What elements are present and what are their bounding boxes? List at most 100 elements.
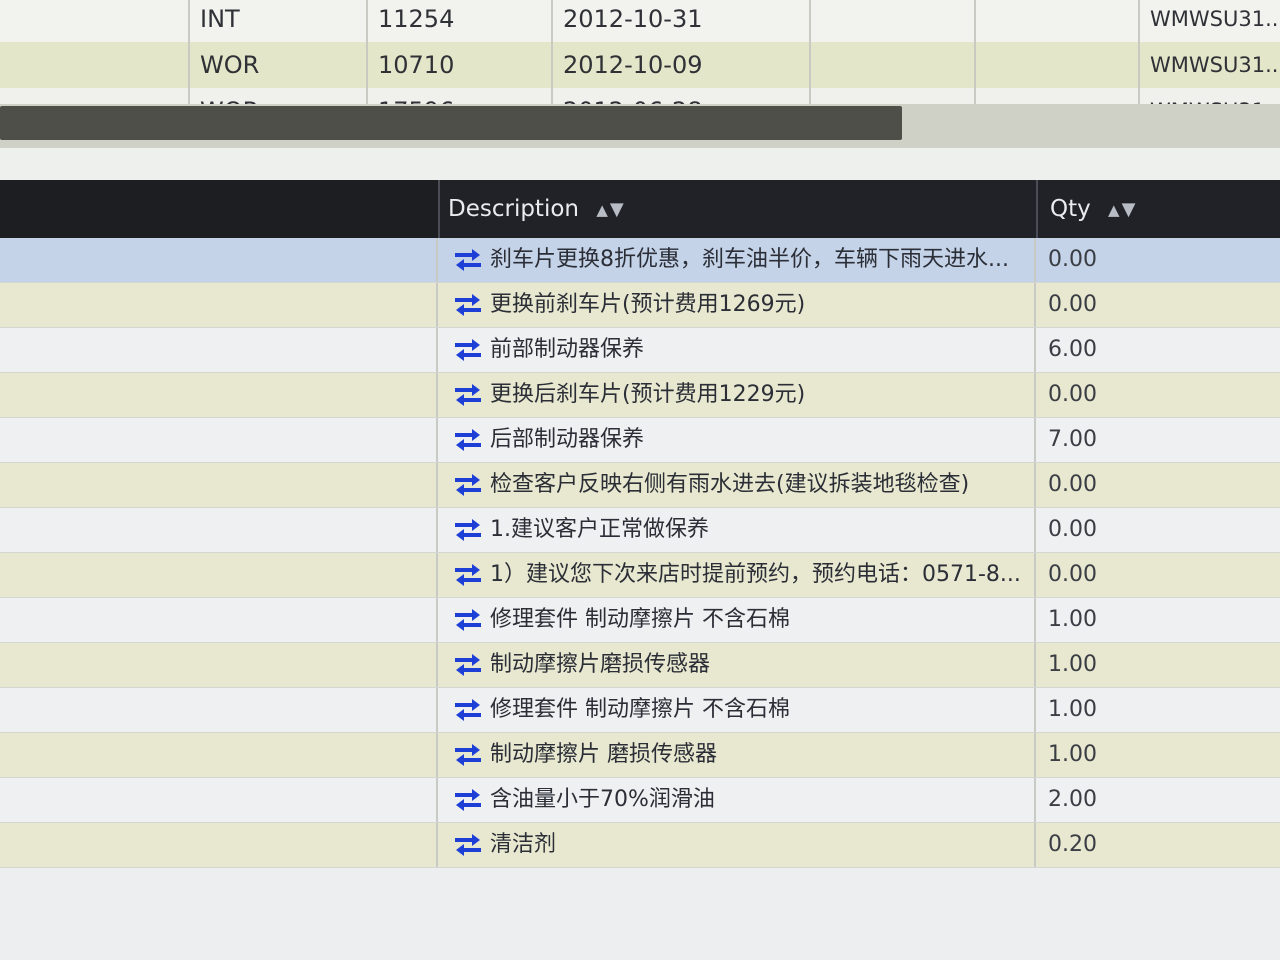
description-cell: 含油量小于70%润滑油 [440,778,1036,822]
description-text: 清洁剂 [490,832,557,857]
description-text: 制动摩擦片磨损传感器 [490,652,711,677]
description-text: 1.建议客户正常做保养 [490,517,709,542]
qty-cell: 1.00 [1048,652,1097,677]
table-row[interactable]: 更换后刹车片(预计费用1229元) 0.00 [0,373,1280,418]
table-row[interactable]: 1）建议您下次来店时提前预约，预约电话：0571-8... 0.00 [0,553,1280,598]
swap-arrows-icon[interactable] [452,472,484,498]
row-blank-cell [0,643,438,687]
history-empty-cell [811,0,976,42]
history-vin-cell: WMWSU31... [1150,53,1280,77]
row-blank-cell [0,328,438,372]
swap-arrows-icon[interactable] [452,517,484,543]
swap-arrows-icon[interactable] [452,607,484,633]
qty-cell: 1.00 [1048,742,1097,767]
qty-cell: 0.00 [1048,472,1097,497]
row-blank-cell [0,823,438,867]
description-text: 制动摩擦片 磨损传感器 [490,742,717,767]
header-divider [1036,180,1038,238]
history-empty-cell [976,42,1140,88]
filter-icon[interactable]: ▼ [1122,181,1136,239]
row-blank-cell [0,688,438,732]
qty-cell: 0.00 [1048,382,1097,407]
table-row[interactable]: 修理套件 制动摩擦片 不含石棉 1.00 [0,688,1280,733]
row-blank-cell [0,508,438,552]
horizontal-scrollbar-thumb[interactable] [0,106,902,140]
qty-cell: 0.20 [1048,832,1097,857]
history-empty-cell [811,42,976,88]
qty-cell: 7.00 [1048,427,1097,452]
swap-arrows-icon[interactable] [452,652,484,678]
table-row[interactable]: 刹车片更换8折优惠，刹车油半价，车辆下雨天进水... 0.00 [0,238,1280,283]
filter-icon[interactable]: ▼ [610,181,624,239]
row-blank-cell [0,733,438,777]
description-text: 修理套件 制动摩擦片 不含石棉 [490,697,790,722]
description-text: 修理套件 制动摩擦片 不含石棉 [490,607,790,632]
table-row[interactable]: 更换前刹车片(预计费用1269元) 0.00 [0,283,1280,328]
header-left-blank [0,180,438,238]
row-blank-cell [0,238,438,282]
description-cell: 前部制动器保养 [440,328,1036,372]
panel-gap [0,148,1280,180]
column-header-qty-label: Qty [1050,196,1091,222]
description-cell: 修理套件 制动摩擦片 不含石棉 [440,598,1036,642]
row-blank-cell [0,553,438,597]
header-divider [438,180,440,238]
row-blank-cell [0,778,438,822]
table-row[interactable]: 含油量小于70%润滑油 2.00 [0,778,1280,823]
table-row[interactable]: 1.建议客户正常做保养 0.00 [0,508,1280,553]
history-row[interactable]: INT 11254 2012-10-31 WMWSU31... [0,0,1280,42]
swap-arrows-icon[interactable] [452,832,484,858]
items-table-body: 刹车片更换8折优惠，刹车油半价，车辆下雨天进水... 0.00 更换前刹车片(预计费… [0,238,1280,868]
description-cell: 制动摩擦片磨损传感器 [440,643,1036,687]
qty-cell: 0.00 [1048,247,1097,272]
history-type-cell: INT [190,0,368,42]
swap-arrows-icon[interactable] [452,292,484,318]
swap-arrows-icon[interactable] [452,382,484,408]
sort-icon[interactable]: ▲ [1108,181,1120,239]
table-row[interactable]: 前部制动器保养 6.00 [0,328,1280,373]
qty-cell: 2.00 [1048,787,1097,812]
history-date-cell: 2012-10-31 [553,0,811,42]
swap-arrows-icon[interactable] [452,697,484,723]
table-row[interactable]: 后部制动器保养 7.00 [0,418,1280,463]
description-cell: 检查客户反映右侧有雨水进去(建议拆装地毯检查) [440,463,1036,507]
swap-arrows-icon[interactable] [452,787,484,813]
swap-arrows-icon[interactable] [452,247,484,273]
column-header-description[interactable]: Description ▲ ▼ [448,180,624,238]
description-cell: 更换后刹车片(预计费用1229元) [440,373,1036,417]
description-cell: 1）建议您下次来店时提前预约，预约电话：0571-8... [440,553,1036,597]
description-text: 前部制动器保养 [490,337,645,362]
table-row[interactable]: 制动摩擦片 磨损传感器 1.00 [0,733,1280,778]
description-cell: 更换前刹车片(预计费用1269元) [440,283,1036,327]
history-number-cell: 10710 [368,42,553,88]
history-row[interactable]: WOR 10710 2012-10-09 WMWSU31... [0,42,1280,88]
table-row[interactable]: 修理套件 制动摩擦片 不含石棉 1.00 [0,598,1280,643]
qty-cell: 1.00 [1048,697,1097,722]
description-cell: 刹车片更换8折优惠，刹车油半价，车辆下雨天进水... [440,238,1036,282]
table-row[interactable]: 检查客户反映右侧有雨水进去(建议拆装地毯检查) 0.00 [0,463,1280,508]
column-header-qty[interactable]: Qty ▲ ▼ [1050,180,1135,238]
table-row[interactable]: 清洁剂 0.20 [0,823,1280,868]
swap-arrows-icon[interactable] [452,742,484,768]
swap-arrows-icon[interactable] [452,562,484,588]
table-row[interactable]: 制动摩擦片磨损传感器 1.00 [0,643,1280,688]
qty-cell: 1.00 [1048,607,1097,632]
row-blank-cell [0,283,438,327]
column-header-description-label: Description [448,196,579,222]
description-cell: 修理套件 制动摩擦片 不含石棉 [440,688,1036,732]
swap-arrows-icon[interactable] [452,427,484,453]
description-cell: 制动摩擦片 磨损传感器 [440,733,1036,777]
sort-icon[interactable]: ▲ [596,181,608,239]
history-empty-cell [976,0,1140,42]
description-cell: 1.建议客户正常做保养 [440,508,1036,552]
swap-arrows-icon[interactable] [452,337,484,363]
description-text: 刹车片更换8折优惠，刹车油半价，车辆下雨天进水... [490,247,1009,272]
history-number-cell: 11254 [368,0,553,42]
history-date-cell: 2012-10-09 [553,42,811,88]
history-table: INT 11254 2012-10-31 WMWSU31... WOR 1071… [0,0,1280,150]
row-blank-cell [0,418,438,462]
description-text: 更换前刹车片(预计费用1269元) [490,292,806,317]
description-text: 检查客户反映右侧有雨水进去(建议拆装地毯检查) [490,472,970,497]
description-text: 1）建议您下次来店时提前预约，预约电话：0571-8... [490,562,1021,587]
description-text: 含油量小于70%润滑油 [490,787,715,812]
